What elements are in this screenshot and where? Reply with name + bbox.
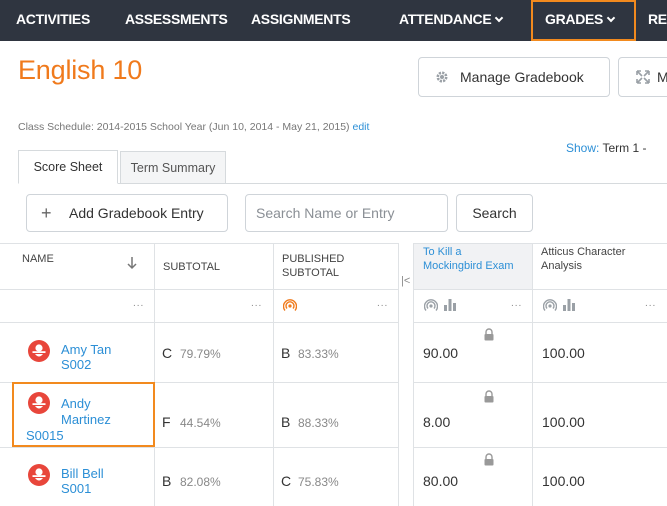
search-button[interactable]: Search <box>456 194 533 232</box>
show-label: Show: <box>566 141 600 155</box>
subtotal-percent: 44.54% <box>180 416 221 430</box>
grid-divider <box>0 322 667 323</box>
nav-reports-truncated[interactable]: RE <box>648 0 667 41</box>
subtotal-percent: 82.08% <box>180 475 221 489</box>
term-filter-value: Term 1 - <box>602 141 647 155</box>
col-header-published-line1[interactable]: PUBLISHED <box>282 252 344 266</box>
nav-attendance[interactable]: ATTENDANCE <box>399 0 504 41</box>
add-gradebook-entry-button[interactable]: + Add Gradebook Entry <box>26 194 228 232</box>
exam-score[interactable]: 80.00 <box>423 473 458 489</box>
lock-icon <box>484 328 494 341</box>
subtotal-options-menu[interactable]: ... <box>251 298 262 309</box>
published-letter: C <box>281 473 292 489</box>
analysis-score[interactable]: 100.00 <box>542 345 585 361</box>
lock-icon <box>484 453 494 466</box>
analysis-score[interactable]: 100.00 <box>542 414 585 430</box>
col-header-exam-line1[interactable]: To Kill a <box>423 245 462 259</box>
broadcast-icon[interactable] <box>543 298 557 312</box>
grid-divider <box>532 243 533 506</box>
expand-label: M <box>657 69 667 85</box>
page-title: English 10 <box>18 55 143 85</box>
name-options-menu[interactable]: ... <box>133 298 144 309</box>
schedule-edit-link[interactable]: edit <box>352 121 369 133</box>
analysis-options-menu[interactable]: ... <box>645 298 656 309</box>
col-header-analysis-line1[interactable]: Atticus Character <box>541 245 625 259</box>
manage-gradebook-button[interactable]: Manage Gradebook <box>418 57 610 97</box>
subtotal-letter: F <box>162 414 171 430</box>
subtotal-percent: 79.79% <box>180 347 221 361</box>
student-id[interactable]: S002 <box>61 357 91 372</box>
tab-score-sheet[interactable]: Score Sheet <box>18 150 118 184</box>
collapse-left-icon[interactable]: |< <box>401 275 410 287</box>
expand-icon <box>636 70 650 84</box>
tab-term-summary[interactable]: Term Summary <box>120 151 226 184</box>
student-name[interactable]: Amy Tan <box>61 342 111 357</box>
nav-assessments-label: ASSESSMENTS <box>125 11 228 27</box>
lock-icon <box>484 390 494 403</box>
published-percent: 88.33% <box>298 416 339 430</box>
nav-reports-label: RE <box>648 11 667 27</box>
exam-score[interactable]: 90.00 <box>423 345 458 361</box>
avatar <box>28 464 50 486</box>
grid-divider <box>0 289 667 290</box>
subtotal-letter: B <box>162 473 172 489</box>
student-highlight-outline <box>12 382 155 447</box>
expand-button[interactable]: M <box>618 57 667 97</box>
published-percent: 75.83% <box>298 475 339 489</box>
broadcast-icon[interactable] <box>424 298 438 312</box>
bar-chart-icon[interactable] <box>443 297 457 311</box>
search-input[interactable] <box>245 194 448 232</box>
manage-gradebook-label: Manage Gradebook <box>460 69 584 85</box>
exam-score[interactable]: 8.00 <box>423 414 450 430</box>
student-name[interactable]: Bill Bell <box>61 466 104 481</box>
subtotal-letter: C <box>162 345 173 361</box>
col-header-name[interactable]: NAME <box>22 252 54 266</box>
col-header-subtotal[interactable]: SUBTOTAL <box>163 260 220 274</box>
grades-highlight-outline <box>531 0 636 41</box>
plus-icon: + <box>41 203 52 223</box>
sort-down-icon[interactable] <box>127 256 137 270</box>
avatar <box>28 340 50 362</box>
grid-divider <box>0 447 667 448</box>
published-letter: B <box>281 345 291 361</box>
add-gradebook-entry-label: Add Gradebook Entry <box>69 205 204 221</box>
top-navigation-bar: ACTIVITIES ASSESSMENTS ASSIGNMENTS ATTEN… <box>0 0 667 41</box>
col-header-analysis-line2[interactable]: Analysis <box>541 259 582 273</box>
grid-divider <box>273 243 274 506</box>
col-header-published-line2[interactable]: SUBTOTAL <box>282 266 339 280</box>
student-icon <box>32 344 46 357</box>
grid-divider <box>154 243 155 506</box>
term-filter[interactable]: Show: Term 1 - <box>566 141 647 155</box>
class-schedule: Class Schedule: 2014-2015 School Year (J… <box>18 121 369 133</box>
nav-assignments-label: ASSIGNMENTS <box>251 11 351 27</box>
gradebook-toolbar: + Add Gradebook Entry Search <box>18 183 667 243</box>
exam-options-menu[interactable]: ... <box>511 298 522 309</box>
chevron-down-icon <box>495 13 504 23</box>
col-header-exam-line2[interactable]: Mockingbird Exam <box>423 259 513 273</box>
published-percent: 83.33% <box>298 347 339 361</box>
gear-icon <box>436 71 448 83</box>
schedule-text: Class Schedule: 2014-2015 School Year (J… <box>18 121 350 133</box>
published-options-menu[interactable]: ... <box>377 298 388 309</box>
student-icon <box>32 468 46 481</box>
nav-attendance-label: ATTENDANCE <box>399 11 492 27</box>
nav-assessments[interactable]: ASSESSMENTS <box>125 0 228 41</box>
nav-activities[interactable]: ACTIVITIES <box>16 0 90 41</box>
grid-divider <box>0 243 667 244</box>
student-id[interactable]: S001 <box>61 481 91 496</box>
published-letter: B <box>281 414 291 430</box>
nav-assignments[interactable]: ASSIGNMENTS <box>251 0 351 41</box>
broadcast-icon[interactable] <box>283 298 297 312</box>
analysis-score[interactable]: 100.00 <box>542 473 585 489</box>
bar-chart-icon[interactable] <box>562 297 576 311</box>
nav-activities-label: ACTIVITIES <box>16 11 91 27</box>
